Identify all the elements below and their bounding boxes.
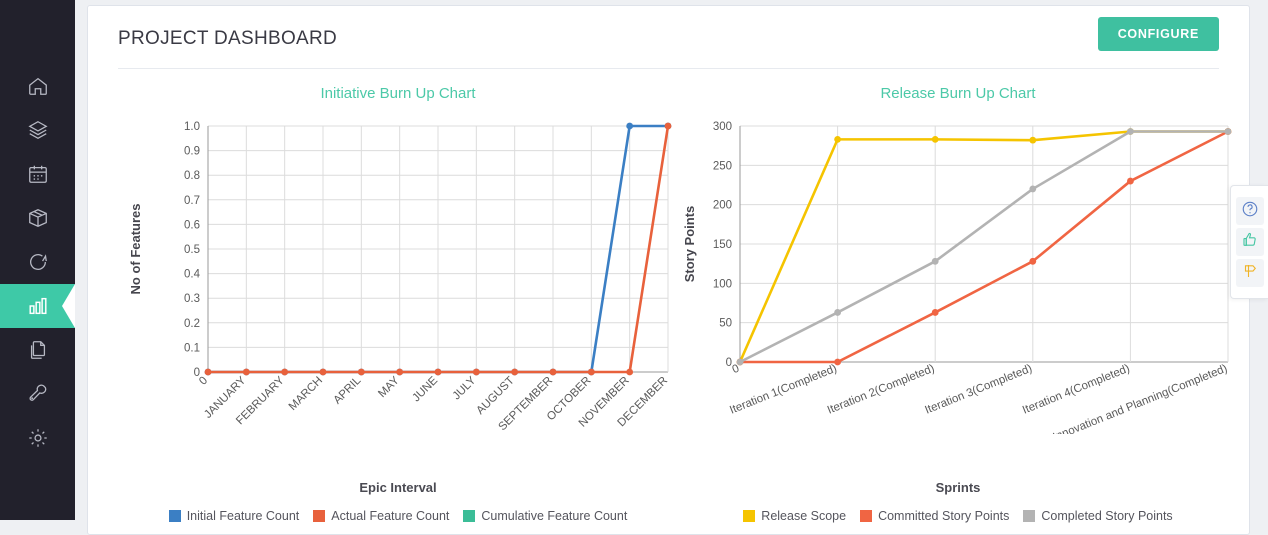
svg-text:0.4: 0.4 [184,269,201,281]
svg-text:0.1: 0.1 [184,342,200,354]
bar-chart-icon [27,295,49,317]
svg-text:No of Features: No of Features [128,203,143,294]
layers-icon [27,119,49,141]
legend-item[interactable]: Release Scope [743,509,846,523]
wrench-icon [27,383,49,405]
svg-text:0.8: 0.8 [184,170,200,182]
svg-text:50: 50 [719,318,732,330]
sidebar-item-home[interactable] [0,64,75,108]
svg-text:Story Points: Story Points [682,206,697,283]
legend-item[interactable]: Completed Story Points [1023,509,1173,523]
x-axis-caption-left: Epic Interval [359,480,437,495]
legend-swatch [860,510,873,522]
panel-header: PROJECT DASHBOARD CONFIGURE [118,6,1219,69]
sidebar-item-package[interactable] [0,196,75,240]
svg-text:300: 300 [713,121,732,133]
legend-label: Cumulative Feature Count [481,509,628,523]
legend-swatch [313,510,326,522]
svg-text:250: 250 [713,160,732,172]
svg-text:APRIL: APRIL [331,374,363,406]
legend-swatch [463,510,476,522]
sidebar-item-reports[interactable] [0,284,75,328]
legend-label: Actual Feature Count [331,509,450,523]
dashboard-panel: PROJECT DASHBOARD CONFIGURE Initiative B… [87,5,1250,535]
documents-icon [27,339,49,361]
charts-area: Initiative Burn Up Chart 0 0.1 0.2 0.3 0.4 0.… [88,69,1249,524]
chart-title-left: Initiative Burn Up Chart [320,85,476,102]
legend-item[interactable]: Cumulative Feature Count [463,509,627,523]
svg-text:0: 0 [197,375,210,388]
legend-label: Initial Feature Count [186,509,300,523]
plot-right: 0 50 100 150 200 250 300 0 Iteration 1(Completed… [678,114,1238,434]
legend-left: Initial Feature Count Actual Feature Coun… [118,509,678,523]
legend-item[interactable]: Committed Story Points [860,509,1009,523]
svg-text:MARCH: MARCH [287,375,325,413]
x-axis-caption-right: Sprints [935,480,981,495]
home-icon [27,75,49,97]
svg-text:0.9: 0.9 [184,146,200,158]
svg-text:Iteration 2(Completed): Iteration 2(Completed) [826,363,937,417]
help-button[interactable] [1235,197,1264,225]
svg-text:0.6: 0.6 [184,219,200,231]
gear-icon [27,427,49,449]
sidebar-item-layers[interactable] [0,108,75,152]
chart-title-right: Release Burn Up Chart [880,85,1036,102]
sidebar-item-calendar[interactable] [0,152,75,196]
legend-item[interactable]: Initial Feature Count [168,509,300,523]
page-title: PROJECT DASHBOARD [118,28,338,49]
sidebar-item-documents[interactable] [0,328,75,372]
svg-text:0.7: 0.7 [184,195,200,207]
legend-swatch [743,510,756,522]
thumbs-up-button[interactable] [1235,228,1264,256]
feedback-button[interactable] [1235,259,1264,287]
legend-right: Release Scope Committed Story Points Compl… [678,509,1238,523]
legend-swatch [168,510,181,522]
thumbs-up-icon [1241,231,1259,254]
svg-text:Iteration 1(Completed): Iteration 1(Completed) [728,363,839,417]
package-icon [27,207,49,229]
refresh-icon [27,251,49,273]
svg-text:JULY: JULY [451,374,479,402]
sidebar-item-settings[interactable] [0,416,75,460]
svg-text:0.3: 0.3 [184,293,200,305]
svg-text:0.2: 0.2 [184,318,200,330]
release-burn-up-chart: Release Burn Up Chart 0 50 100 150 200 250 300… [678,69,1238,524]
svg-text:150: 150 [713,239,732,251]
svg-text:1.0: 1.0 [184,121,200,133]
svg-text:JUNE: JUNE [410,374,440,404]
legend-label: Release Scope [761,509,847,523]
svg-text:200: 200 [713,200,732,212]
help-dock [1230,185,1268,299]
legend-swatch [1023,510,1036,522]
sidebar [0,0,75,520]
svg-text:100: 100 [713,278,732,290]
calendar-icon [27,163,49,185]
legend-label: Committed Story Points [878,509,1010,523]
svg-text:0.5: 0.5 [184,244,200,256]
sidebar-item-refresh[interactable] [0,240,75,284]
initiative-burn-up-chart: Initiative Burn Up Chart 0 0.1 0.2 0.3 0.4 0.… [118,69,678,524]
help-icon [1241,200,1259,223]
plot-left: 0 0.1 0.2 0.3 0.4 0.5 0.6 0.7 0.8 0.9 1.0 0 JANUARY F… [118,114,678,434]
svg-text:MAY: MAY [376,374,402,400]
sidebar-item-tools[interactable] [0,372,75,416]
configure-button[interactable]: CONFIGURE [1097,17,1219,51]
legend-label: Completed Story Points [1041,509,1173,523]
legend-item[interactable]: Actual Feature Count [313,509,449,523]
svg-text:Innovation and Planning(Comple: Innovation and Planning(Completed) [1052,363,1230,434]
svg-text:Iteration 3(Completed): Iteration 3(Completed) [923,363,1034,417]
feedback-flag-icon [1241,262,1259,285]
